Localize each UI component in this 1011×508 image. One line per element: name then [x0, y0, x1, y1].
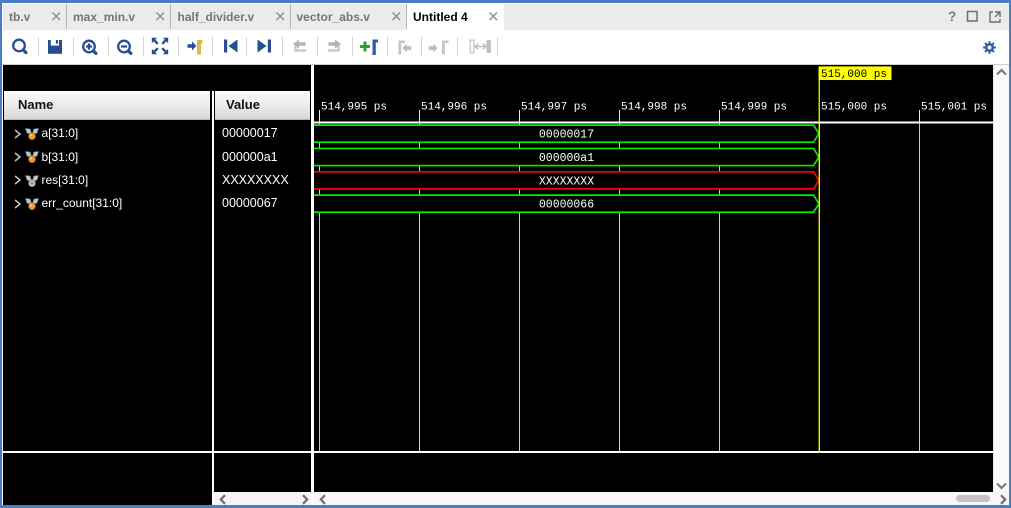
svg-text:515,000 ps: 515,000 ps	[821, 68, 887, 80]
svg-text:00000017: 00000017	[538, 128, 593, 141]
svg-text:515,001 ps: 515,001 ps	[921, 101, 987, 113]
svg-text:515,000 ps: 515,000 ps	[821, 101, 887, 113]
svg-text:514,996 ps: 514,996 ps	[421, 101, 487, 113]
svg-text:514,999 ps: 514,999 ps	[721, 101, 787, 113]
svg-text:514,997 ps: 514,997 ps	[521, 101, 587, 113]
svg-text:00000066: 00000066	[538, 198, 593, 211]
svg-text:514,998 ps: 514,998 ps	[621, 101, 687, 113]
svg-text:514,995 ps: 514,995 ps	[321, 101, 387, 113]
svg-text:XXXXXXXX: XXXXXXXX	[538, 175, 593, 188]
svg-text:000000a1: 000000a1	[538, 151, 593, 164]
